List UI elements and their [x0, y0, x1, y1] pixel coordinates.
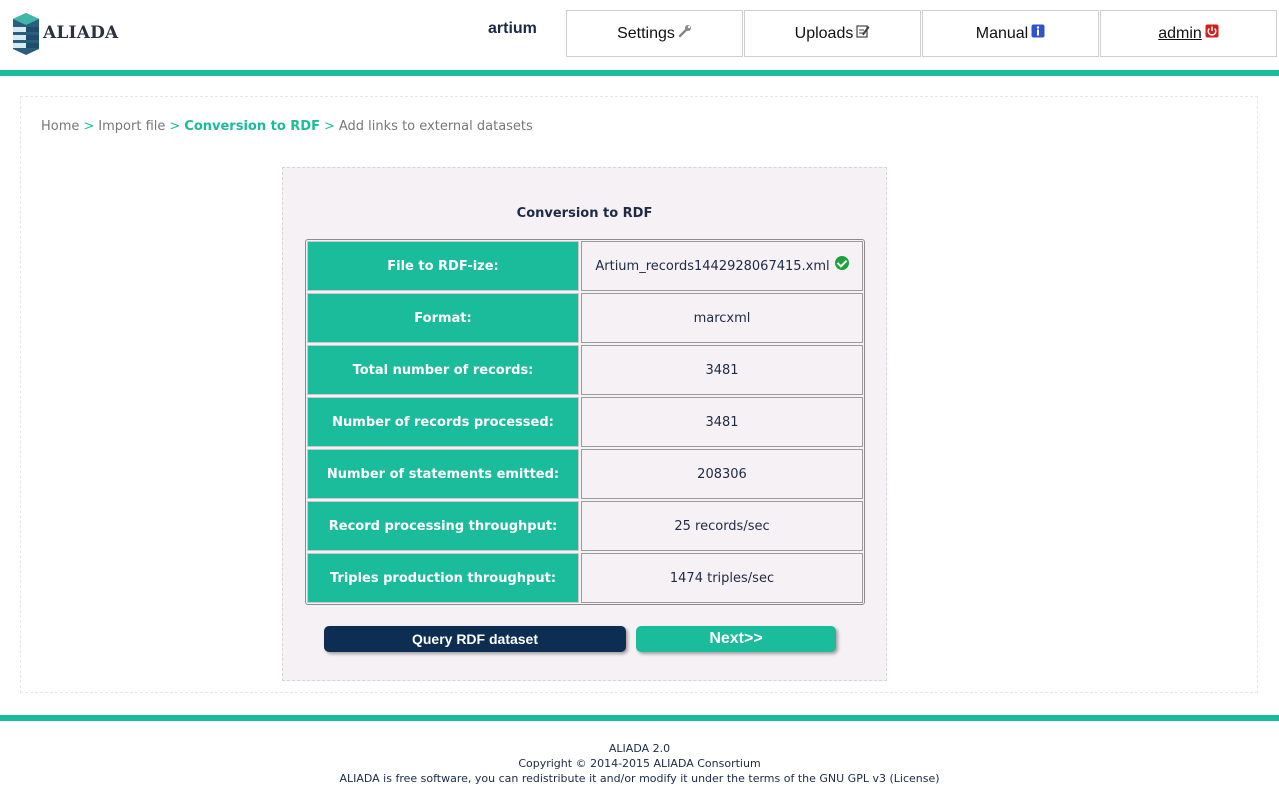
row-label: Number of records processed: [307, 397, 579, 447]
nav-uploads-label: Uploads [794, 24, 854, 42]
row-value: 208306 [581, 449, 863, 499]
nav-manual-label: Manual [975, 24, 1029, 42]
row-label: Total number of records: [307, 345, 579, 395]
logo-icon [13, 13, 39, 55]
nav-manual[interactable]: Manual [922, 10, 1099, 57]
content-frame: Home > Import file > Conversion to RDF > Add l… [20, 96, 1258, 693]
footer-license-prefix: ALIADA is free software, you can redistr… [339, 772, 894, 785]
power-icon [1205, 24, 1219, 37]
table-row: Record processing throughput: 25 records… [307, 501, 863, 551]
organization-name: artium [488, 20, 537, 37]
header: ALIADA artium Settings Uploads Manual ad… [0, 0, 1279, 70]
table-row: Triples production throughput: 1474 trip… [307, 553, 863, 603]
table-row: Number of records processed: 3481 [307, 397, 863, 447]
next-button[interactable]: Next>> [636, 626, 836, 652]
wrench-icon [678, 24, 691, 37]
nav-uploads[interactable]: Uploads [744, 10, 921, 57]
breadcrumb-separator: > [169, 119, 181, 134]
row-label: Number of statements emitted: [307, 449, 579, 499]
footer: ALIADA 2.0 Copyright © 2014-2015 ALIADA … [0, 741, 1279, 786]
row-label: Format: [307, 293, 579, 343]
table-row: File to RDF-ize: Artium_records144292806… [307, 241, 863, 291]
top-nav: Settings Uploads Manual admin [566, 10, 1278, 57]
panel-title: Conversion to RDF [516, 206, 653, 221]
row-label: Record processing throughput: [307, 501, 579, 551]
footer-divider [0, 715, 1279, 721]
nav-admin[interactable]: admin [1100, 10, 1277, 57]
row-value: 1474 triples/sec [581, 553, 863, 603]
conversion-table: File to RDF-ize: Artium_records144292806… [305, 239, 865, 605]
row-value: Artium_records1442928067415.xml [581, 241, 863, 291]
breadcrumb-separator: > [83, 119, 95, 134]
row-value: 3481 [581, 397, 863, 447]
conversion-panel: Conversion to RDF File to RDF-ize: Artiu… [282, 167, 887, 681]
breadcrumb-home[interactable]: Home [41, 119, 79, 134]
footer-license-text: ALIADA is free software, you can redistr… [0, 771, 1279, 786]
info-icon [1031, 24, 1045, 37]
logo[interactable]: ALIADA [12, 11, 118, 55]
row-value: marcxml [581, 293, 863, 343]
file-name: Artium_records1442928067415.xml [595, 258, 830, 274]
footer-copyright: Copyright © 2014-2015 ALIADA Consortium [518, 757, 761, 770]
nav-settings-label: Settings [617, 24, 675, 42]
check-icon [834, 256, 849, 270]
logo-text: ALIADA [43, 23, 119, 43]
table-row: Number of statements emitted: 208306 [307, 449, 863, 499]
license-link[interactable]: License [894, 772, 935, 785]
breadcrumb-next-step: Add links to external datasets [338, 119, 533, 134]
breadcrumb-import-file[interactable]: Import file [98, 119, 165, 134]
row-value: 25 records/sec [581, 501, 863, 551]
table-row: Format: marcxml [307, 293, 863, 343]
breadcrumb: Home > Import file > Conversion to RDF > Add l… [41, 119, 533, 134]
row-value: 3481 [581, 345, 863, 395]
edit-icon [856, 24, 870, 38]
header-divider [0, 70, 1279, 76]
footer-version: ALIADA 2.0 [608, 742, 671, 755]
breadcrumb-separator: > [323, 119, 335, 134]
query-rdf-dataset-button[interactable]: Query RDF dataset [324, 626, 626, 652]
row-label: File to RDF-ize: [307, 241, 579, 291]
row-label: Triples production throughput: [307, 553, 579, 603]
nav-admin-label: admin [1158, 24, 1202, 42]
footer-license-suffix: ) [935, 772, 940, 785]
breadcrumb-current: Conversion to RDF [184, 119, 320, 134]
nav-settings[interactable]: Settings [566, 10, 743, 57]
table-row: Total number of records: 3481 [307, 345, 863, 395]
